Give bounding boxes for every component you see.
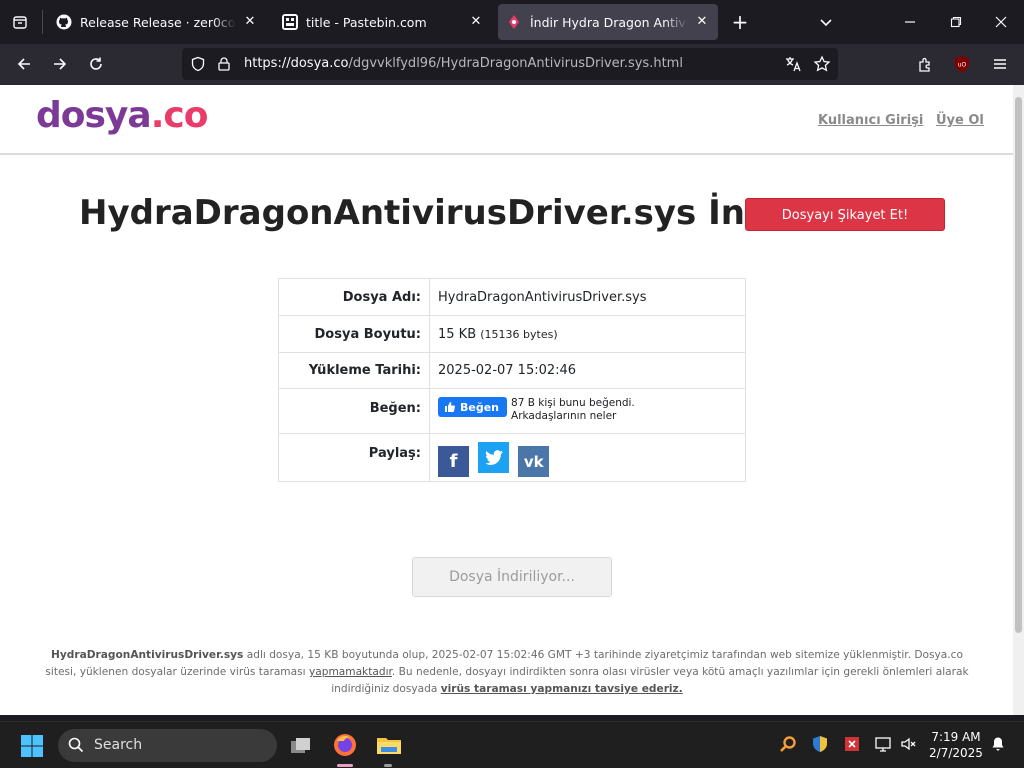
file-name-label: Dosya Adı: [278,278,430,316]
clock-date: 2/7/2025 [929,746,983,760]
share-cell: f vk [429,433,746,482]
disclaimer-text: HydraDragonAntivirusDriver.sys adlı dosy… [40,647,974,698]
tracking-protection-icon[interactable] [190,56,206,72]
file-name-value: HydraDragonAntivirusDriver.sys [429,278,746,316]
volume-muted-tray-icon[interactable] [899,734,919,754]
bookmark-star-icon[interactable] [813,55,831,73]
minimize-icon[interactable] [898,10,922,34]
table-row: Dosya Boyutu: 15 KB (15136 bytes) [278,315,746,353]
logo-main-text: dosya [36,95,152,136]
upload-date-value: 2025-02-07 15:02:46 [429,352,746,389]
twitter-share-icon[interactable] [478,442,510,473]
file-explorer-icon[interactable] [375,731,403,759]
close-tab-icon[interactable]: ✕ [694,14,710,30]
tab-separator [42,10,43,34]
list-tabs-icon[interactable] [814,10,838,34]
task-view-icon[interactable] [287,732,315,760]
table-row: Dosya Adı: HydraDragonAntivirusDriver.sy… [278,278,746,316]
restore-icon[interactable] [944,10,968,34]
back-icon[interactable] [12,52,36,76]
active-app-indicator [337,764,353,767]
table-row: Beğen: Beğen 87 B kişi bunu beğendi. Arka… [278,388,746,434]
close-tab-icon[interactable]: ✕ [468,14,484,30]
site-header: dosya.co Kullanıcı Girişi Üye Ol [0,85,1013,155]
windows-start-icon[interactable] [18,732,46,760]
url-host: https://dosya.co [244,56,349,71]
logo-ext-text: .co [150,95,209,136]
page-title: HydraDragonAntivirusDriver.sys İndir [79,193,798,233]
tab-title: title - Pastebin.com [306,14,427,30]
taskbar-clock[interactable]: 7:19 AM 2/7/2025 [926,729,986,761]
extensions-icon[interactable] [913,52,937,76]
file-info-table: Dosya Adı: HydraDragonAntivirusDriver.sy… [278,278,746,482]
search-label: Search [94,737,143,753]
taskbar-search-box[interactable]: Search [58,729,277,762]
network-tray-icon[interactable] [873,734,893,754]
share-label: Paylaş: [278,433,430,482]
reload-icon[interactable] [84,52,108,76]
table-row: Paylaş: f vk [278,433,746,482]
like-cell: Beğen 87 B kişi bunu beğendi. Arkadaşları… [429,388,746,434]
browser-nav-bar: https://dosya.co/dgvvklfydl96/HydraDrago… [0,44,1024,85]
menu-icon[interactable] [988,52,1012,76]
windows-taskbar: Search 7:19 AM 2/7/2025 [0,721,1024,768]
report-file-button[interactable]: Dosyayı Şikayet Et! [745,198,945,231]
tab-pastebin[interactable]: title - Pastebin.com ✕ [274,4,492,40]
tab-github-release[interactable]: Release Release · zer0condition/ ✕ [48,4,266,40]
translate-icon[interactable] [784,55,802,73]
scrollbar-thumb[interactable] [1015,97,1022,633]
file-size-bytes: (15136 bytes) [480,327,558,341]
svg-text:uO: uO [958,62,967,69]
notification-bell-icon[interactable] [988,734,1008,754]
tab-title: İndir Hydra Dragon Antivirus Dr [530,14,688,30]
forward-icon[interactable] [48,52,72,76]
clock-time: 7:19 AM [931,730,981,744]
url-path: /dgvvklfydl96/HydraDragonAntivirusDriver… [348,56,683,71]
upload-date-label: Yükleme Tarihi: [278,352,430,389]
github-icon [56,14,72,30]
url-text[interactable]: https://dosya.co/dgvvklfydl96/HydraDrago… [244,56,683,71]
address-bar[interactable]: https://dosya.co/dgvvklfydl96/HydraDrago… [182,48,838,80]
facebook-like-button[interactable]: Beğen [438,397,508,417]
pastebin-icon [282,14,298,30]
close-tab-icon[interactable]: ✕ [242,14,258,30]
thumbs-up-icon [445,402,455,412]
file-size-value: 15 KB [438,326,477,342]
dosya-icon [506,14,522,30]
register-link[interactable]: Üye Ol [936,113,984,128]
close-window-icon[interactable] [989,10,1013,34]
security-tray-icon[interactable] [810,734,830,754]
web-page: dosya.co Kullanıcı Girişi Üye Ol HydraDr… [0,85,1013,715]
new-tab-icon[interactable]: + [728,10,752,34]
like-label: Beğen: [278,388,430,434]
tab-title: Release Release · zer0condition/ [80,14,236,30]
vk-share-icon[interactable]: vk [518,446,550,477]
file-size-label: Dosya Boyutu: [278,315,430,353]
browser-tab-bar: Release Release · zer0condition/ ✕ title… [0,0,1024,44]
like-button-label: Beğen [460,400,500,414]
firefox-taskbar-icon[interactable] [331,730,359,760]
search-icon [68,737,84,753]
disclaimer-file-name: HydraDragonAntivirusDriver.sys [51,649,244,661]
facebook-share-icon[interactable]: f [438,445,469,477]
magnifier-tray-icon[interactable] [778,734,798,754]
tab-dosya-active[interactable]: İndir Hydra Dragon Antivirus Dr ✕ [498,4,718,40]
tab-manager-icon[interactable] [6,8,34,36]
like-text-line1: 87 B kişi bunu beğendi. [511,397,635,409]
scan-advice-link[interactable]: virüs taraması yapmanızı tavsiye ederiz. [441,683,683,695]
page-scrollbar[interactable] [1013,85,1024,715]
table-row: Yükleme Tarihi: 2025-02-07 15:02:46 [278,352,746,389]
download-button[interactable]: Dosya İndiriliyor... [412,557,612,597]
red-x-tray-icon[interactable] [842,734,862,754]
like-count-text: 87 B kişi bunu beğendi. Arkadaşlarının ne… [511,397,635,423]
lock-icon[interactable] [216,56,232,72]
ublock-origin-icon[interactable]: uO [950,52,974,76]
running-app-indicator [384,764,392,767]
file-size-cell: 15 KB (15136 bytes) [429,315,746,353]
login-link[interactable]: Kullanıcı Girişi [818,113,923,128]
like-text-line2: Arkadaşlarının neler [511,410,617,422]
dosya-logo[interactable]: dosya.co [36,95,209,136]
no-scan-link[interactable]: yapmamaktadır [309,666,392,678]
